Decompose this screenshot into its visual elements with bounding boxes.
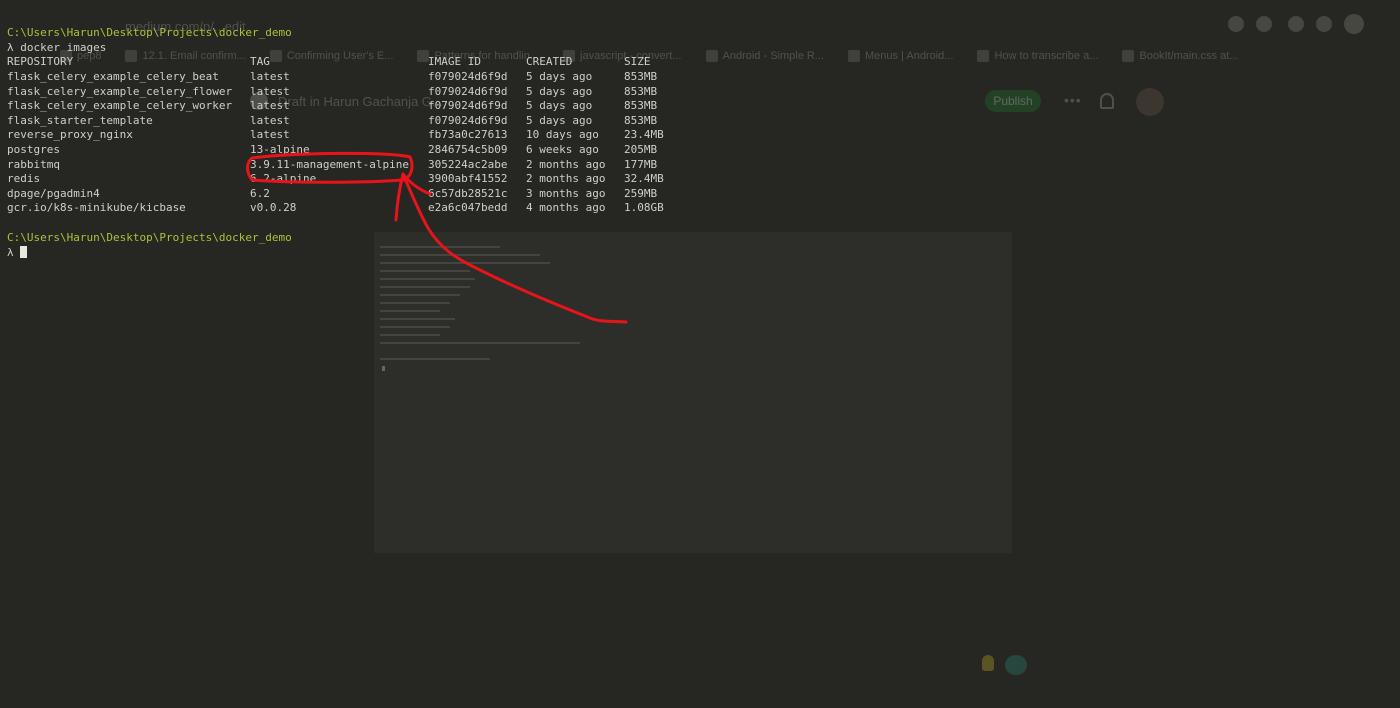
table-row: flask_celery_example_celery_beat latest f0…	[7, 70, 707, 84]
table-row: gcr.io/k8s-minikube/kicbase v0.0.28 e2a6c0…	[7, 201, 707, 215]
cell-image-id: f079024d6f9d	[428, 70, 508, 83]
cell-image-id: fb73a0c27613	[428, 128, 508, 142]
cell-tag: 6.2-alpine	[250, 172, 317, 186]
cell-image-id: f079024d6f9d	[428, 99, 508, 113]
cell-tag: latest	[250, 113, 290, 127]
text-cursor	[19, 246, 27, 258]
cell-created: 5 days ago	[526, 70, 593, 83]
prompt-symbol: λ	[7, 246, 14, 259]
table-row: flask_celery_example_celery_flower latest…	[7, 85, 707, 99]
header-tag: TAG	[250, 55, 270, 68]
table-row: postgres 13-alpine 2846754c5b09 6 weeks ago…	[7, 143, 707, 157]
cell-size: 853MB	[624, 70, 658, 83]
cell-repository: flask_celery_example_celery_worker	[7, 99, 233, 113]
cell-repository: postgres	[7, 143, 60, 156]
cell-image-id: 6c57db28521c	[428, 186, 508, 200]
table-row: reverse_proxy_nginx latest fb73a0c27613 10 …	[7, 128, 707, 142]
table-header-row: REPOSITORY TAG IMAGE ID CREATED SIZE	[7, 55, 707, 69]
command-line: λ docker images	[7, 41, 107, 54]
cell-created: 10 days ago	[526, 128, 599, 142]
cell-image-id: f079024d6f9d	[428, 113, 508, 127]
cell-size: 32.4MB	[624, 172, 664, 186]
cell-created: 2 months ago	[526, 172, 606, 186]
cell-tag: 13-alpine	[250, 143, 310, 156]
cell-size: 259MB	[624, 186, 658, 200]
cell-created: 4 months ago	[526, 201, 606, 215]
cell-created: 6 weeks ago	[526, 143, 599, 156]
table-row: rabbitmq 3.9.11-management-alpine 305224ac…	[7, 158, 707, 172]
cell-repository: flask_celery_example_celery_beat	[7, 70, 219, 83]
cell-repository: redis	[7, 172, 41, 186]
cell-image-id: f079024d6f9d	[428, 84, 508, 98]
cell-tag: latest	[250, 128, 290, 142]
cell-repository: gcr.io/k8s-minikube/kicbase	[7, 201, 186, 215]
prompt-line[interactable]: λ	[7, 246, 27, 260]
cell-image-id: 3900abf41552	[428, 172, 508, 186]
cell-repository: flask_celery_example_celery_flower	[7, 84, 233, 98]
cell-size: 1.08GB	[624, 201, 664, 215]
cell-repository: flask_starter_template	[7, 113, 153, 127]
cell-created: 5 days ago	[526, 84, 593, 98]
header-size: SIZE	[624, 55, 651, 68]
cell-image-id: e2a6c047bedd	[428, 201, 508, 215]
header-repository: REPOSITORY	[7, 55, 74, 68]
prompt-path: C:\Users\Harun\Desktop\Projects\docker_d…	[7, 26, 292, 39]
cell-created: 2 months ago	[526, 157, 606, 171]
cell-size: 205MB	[624, 143, 658, 156]
cell-repository: reverse_proxy_nginx	[7, 128, 133, 142]
table-row: flask_celery_example_celery_worker latest…	[7, 99, 707, 113]
cell-created: 5 days ago	[526, 113, 593, 127]
cell-tag: 3.9.11-management-alpine	[250, 157, 409, 171]
header-created: CREATED	[526, 55, 573, 68]
cell-repository: rabbitmq	[7, 157, 60, 171]
table-row: flask_starter_template latest f079024d6f9d…	[7, 114, 707, 128]
cell-tag: v0.0.28	[250, 201, 297, 215]
cell-size: 23.4MB	[624, 128, 664, 142]
terminal-window[interactable]: C:\Users\Harun\Desktop\Projects\docker_d…	[0, 0, 1400, 708]
cell-image-id: 305224ac2abe	[428, 157, 508, 171]
cell-size: 177MB	[624, 157, 658, 171]
prompt-path-2: C:\Users\Harun\Desktop\Projects\docker_d…	[7, 231, 292, 244]
cell-size: 853MB	[624, 99, 658, 113]
cell-created: 5 days ago	[526, 99, 593, 113]
table-row: dpage/pgadmin4 6.2 6c57db28521c 3 months ag…	[7, 187, 707, 201]
cell-repository: dpage/pgadmin4	[7, 186, 100, 200]
cell-created: 3 months ago	[526, 186, 606, 200]
table-row: redis 6.2-alpine 3900abf41552 2 months ago 3…	[7, 172, 707, 186]
cell-tag: latest	[250, 70, 290, 83]
header-image-id: IMAGE ID	[428, 55, 481, 68]
screenshot-stage: medium.com/p/...edit pep8 12.1. Email con…	[0, 0, 1400, 708]
cell-size: 853MB	[624, 84, 658, 98]
cell-tag: 6.2	[250, 186, 270, 200]
cell-image-id: 2846754c5b09	[428, 143, 508, 156]
cell-tag: latest	[250, 84, 290, 98]
cell-tag: latest	[250, 99, 290, 113]
cell-size: 853MB	[624, 113, 658, 127]
